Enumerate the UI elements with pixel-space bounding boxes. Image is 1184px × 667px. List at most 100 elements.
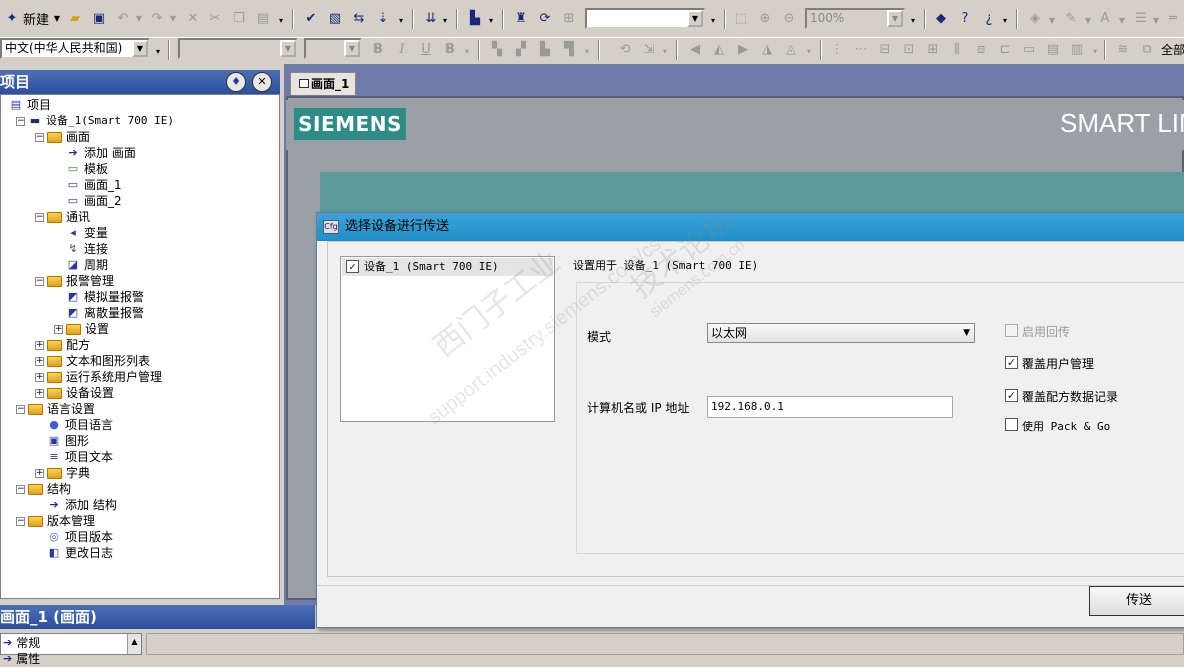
tree-item[interactable]: 版本管理 <box>28 513 95 529</box>
open-icon[interactable]: ▰ <box>66 8 84 28</box>
save-icon[interactable]: ▣ <box>90 8 108 28</box>
tree-item[interactable]: ◩ 模拟量报警 <box>66 289 144 305</box>
tree-item[interactable]: ◪ 周期 <box>66 257 108 273</box>
collapse-icon[interactable]: − <box>16 117 25 126</box>
overflow-icon[interactable]: ▾ <box>908 10 918 30</box>
layer-toggle-icon[interactable]: ⧉ <box>1138 39 1156 59</box>
tree-item[interactable]: 结构 <box>28 481 71 497</box>
zoom-area-icon[interactable]: ⬚ <box>732 8 750 28</box>
line-style-icon[interactable]: ☰ <box>1132 8 1150 28</box>
enable-backup-checkbox[interactable] <box>1005 324 1018 337</box>
font-combo[interactable]: ▼ <box>178 38 298 59</box>
book-icon[interactable]: ◆ <box>932 8 950 28</box>
dialog-title-bar[interactable]: 选择设备进行传送 <box>317 213 1184 241</box>
overflow-icon[interactable]: ▾ <box>1000 10 1010 30</box>
order-icon[interactable]: ▥ <box>1068 39 1086 59</box>
paste-icon[interactable]: ▤ <box>254 8 272 28</box>
crossref-icon[interactable]: ⊞ <box>560 8 578 28</box>
overflow-icon[interactable]: ▾ <box>486 10 496 30</box>
undo-icon[interactable]: ↶ <box>114 8 132 28</box>
check-icon[interactable]: ✔ <box>302 8 320 28</box>
chevron-down-icon[interactable]: ▼ <box>280 40 296 57</box>
expand-icon[interactable]: + <box>35 469 44 478</box>
list-item[interactable]: ➔ 属性 <box>3 651 40 667</box>
chevron-down-icon[interactable]: ▼ <box>687 10 703 27</box>
tree-item[interactable]: ▤ 项目 <box>9 97 51 113</box>
overflow-icon[interactable]: ▾ <box>1090 41 1100 61</box>
redo-icon[interactable]: ↷ <box>148 8 166 28</box>
tree-item[interactable]: 通讯 <box>47 209 90 225</box>
tree-item[interactable]: ▭ 画面_1 <box>66 177 122 193</box>
overflow-icon[interactable]: ▾ <box>660 41 670 61</box>
tree-item[interactable]: 语言设置 <box>28 401 95 417</box>
tree-item[interactable]: ▬ 设备_1(Smart 700 IE) <box>28 113 174 129</box>
chevron-down-icon[interactable]: ▼ <box>1048 10 1056 30</box>
same-height-icon[interactable]: ⊡ <box>900 39 918 59</box>
device-list-item[interactable]: ✓ 设备_1 (Smart 700 IE) <box>342 258 553 276</box>
chevron-down-icon[interactable]: ▼ <box>1084 10 1092 30</box>
layer-icon[interactable]: ▤ <box>1044 39 1062 59</box>
same-size-icon[interactable]: ⊞ <box>924 39 942 59</box>
cut-icon[interactable]: ✂ <box>206 8 224 28</box>
strikethrough-icon[interactable]: B <box>442 39 458 59</box>
overflow-icon[interactable]: ▾ <box>804 41 814 61</box>
tree-item[interactable]: ➔ 添加 画面 <box>66 145 135 161</box>
help-icon[interactable]: ? <box>956 8 974 28</box>
tree-item[interactable]: 配方 <box>47 337 90 353</box>
close-icon[interactable]: ✕ <box>252 72 272 92</box>
overwrite-recipe-checkbox[interactable]: ✓ <box>1005 389 1018 402</box>
new-icon[interactable]: ✦ <box>4 8 20 28</box>
overflow-icon[interactable]: ▾ <box>440 10 450 30</box>
context-help-icon[interactable]: ¿ <box>980 8 998 28</box>
pin-icon[interactable]: ♦ <box>226 72 246 92</box>
overflow-icon[interactable]: ▾ <box>153 41 163 61</box>
font-color-icon[interactable]: A <box>1096 8 1114 28</box>
align-bottom-icon[interactable]: ◬ <box>782 39 800 59</box>
line-color-icon[interactable]: ✎ <box>1062 8 1080 28</box>
tree-item[interactable]: 设置 <box>66 321 109 337</box>
tree-item[interactable]: ≡ 项目文本 <box>47 449 113 465</box>
align-center-icon[interactable]: ◭ <box>710 39 728 59</box>
tree-item[interactable]: 报警管理 <box>47 273 114 289</box>
font-size-combo[interactable]: ▼ <box>304 38 362 59</box>
collapse-icon[interactable]: − <box>16 485 25 494</box>
zoom-in-icon[interactable]: ⊕ <box>756 8 774 28</box>
overflow-icon[interactable]: ▾ <box>462 41 472 61</box>
transfer-icon[interactable]: ⇆ <box>350 8 368 28</box>
overflow-icon[interactable]: ▾ <box>708 10 718 30</box>
tree-item[interactable]: ▣ 图形 <box>47 433 89 449</box>
tree-item[interactable]: ◂ 变量 <box>66 225 108 241</box>
overflow-icon[interactable]: ▾ <box>582 41 592 61</box>
align-right-icon[interactable]: ▶ <box>734 39 752 59</box>
collapse-icon[interactable]: − <box>35 133 44 142</box>
tree-item[interactable]: 画面 <box>47 129 90 145</box>
chevron-down-icon[interactable]: ▼ <box>1152 10 1160 30</box>
language-combo[interactable]: 中文(中华人民共和国) ▼ <box>0 38 150 59</box>
overwrite-user-admin-checkbox[interactable]: ✓ <box>1005 356 1018 369</box>
search-combo[interactable]: ▼ <box>585 8 705 29</box>
expand-icon[interactable]: + <box>35 389 44 398</box>
pack-and-go-checkbox[interactable] <box>1005 418 1018 431</box>
tree-item[interactable]: ● 项目语言 <box>47 417 113 433</box>
chevron-down-icon[interactable]: ▼ <box>344 40 360 57</box>
layers-icon[interactable]: ≋ <box>1114 39 1132 59</box>
new-button[interactable]: 新建 <box>22 8 50 28</box>
tree-item[interactable]: ◎ 项目版本 <box>47 529 113 545</box>
find-icon[interactable]: ♜ <box>512 8 530 28</box>
italic-icon[interactable]: I <box>394 39 410 59</box>
center-v-icon[interactable]: ⧈ <box>972 39 990 59</box>
tree-item[interactable]: ▭ 画面_2 <box>66 193 122 209</box>
expand-icon[interactable]: + <box>35 341 44 350</box>
group-icon[interactable]: ▚ <box>488 39 506 59</box>
collapse-icon[interactable]: − <box>35 277 44 286</box>
flip-icon[interactable]: ⇲ <box>640 39 658 59</box>
tree-item[interactable]: ▭ 模板 <box>66 161 108 177</box>
align-left-icon[interactable]: ◀ <box>686 39 704 59</box>
transfer-button[interactable]: 传送 <box>1089 586 1184 616</box>
remove-from-group-icon[interactable]: ▜ <box>560 39 578 59</box>
tree-item[interactable]: 字典 <box>47 465 90 481</box>
tree-item[interactable]: 设备设置 <box>47 385 114 401</box>
zoom-out-icon[interactable]: ⊖ <box>780 8 798 28</box>
collapse-icon[interactable]: − <box>16 405 25 414</box>
overflow-icon[interactable]: ▾ <box>396 10 406 30</box>
